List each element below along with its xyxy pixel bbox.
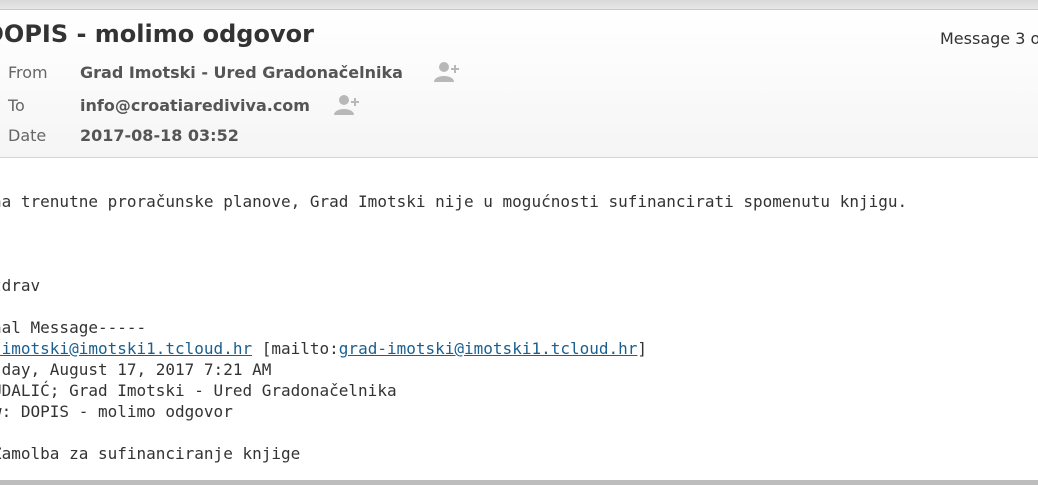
message-counter: Message 3 o bbox=[940, 29, 1038, 48]
window-top-border bbox=[0, 0, 1038, 10]
mailto-prefix: [mailto: bbox=[252, 339, 339, 358]
add-contact-icon[interactable] bbox=[333, 93, 361, 117]
body-line: nal Message----- bbox=[0, 318, 147, 337]
body-line: na trenutne proračunske planove, Grad Im… bbox=[0, 192, 908, 211]
mailto-suffix: ] bbox=[637, 339, 648, 358]
message-subject: DOPIS - molimo odgovor bbox=[0, 20, 314, 48]
body-line: UDALIĆ; Grad Imotski - Ured Gradonačelni… bbox=[0, 381, 397, 400]
from-label: From bbox=[8, 63, 48, 82]
mailto-link[interactable]: grad-imotski@imotski1.tcloud.hr bbox=[339, 339, 638, 358]
email-link[interactable]: -imotski@imotski1.tcloud.hr bbox=[0, 339, 252, 358]
body-line: zdrav bbox=[0, 276, 41, 295]
body-line: w: DOPIS - molimo odgovor bbox=[0, 402, 233, 421]
to-label: To bbox=[8, 96, 25, 115]
add-contact-icon[interactable] bbox=[433, 60, 461, 84]
from-value[interactable]: Grad Imotski - Ured Gradonačelnika bbox=[80, 63, 403, 82]
date-label: Date bbox=[8, 126, 47, 145]
body-line: sday, August 17, 2017 7:21 AM bbox=[0, 360, 272, 379]
date-value: 2017-08-18 03:52 bbox=[80, 126, 239, 145]
to-value[interactable]: info@croatiarediviva.com bbox=[80, 96, 310, 115]
window-bottom-border bbox=[0, 480, 1038, 485]
quoted-from-line: -imotski@imotski1.tcloud.hr [mailto:grad… bbox=[0, 338, 647, 359]
message-header: DOPIS - molimo odgovor Message 3 o From … bbox=[0, 10, 1038, 158]
body-line: Zamolba za sufinanciranje knjige bbox=[0, 444, 301, 463]
